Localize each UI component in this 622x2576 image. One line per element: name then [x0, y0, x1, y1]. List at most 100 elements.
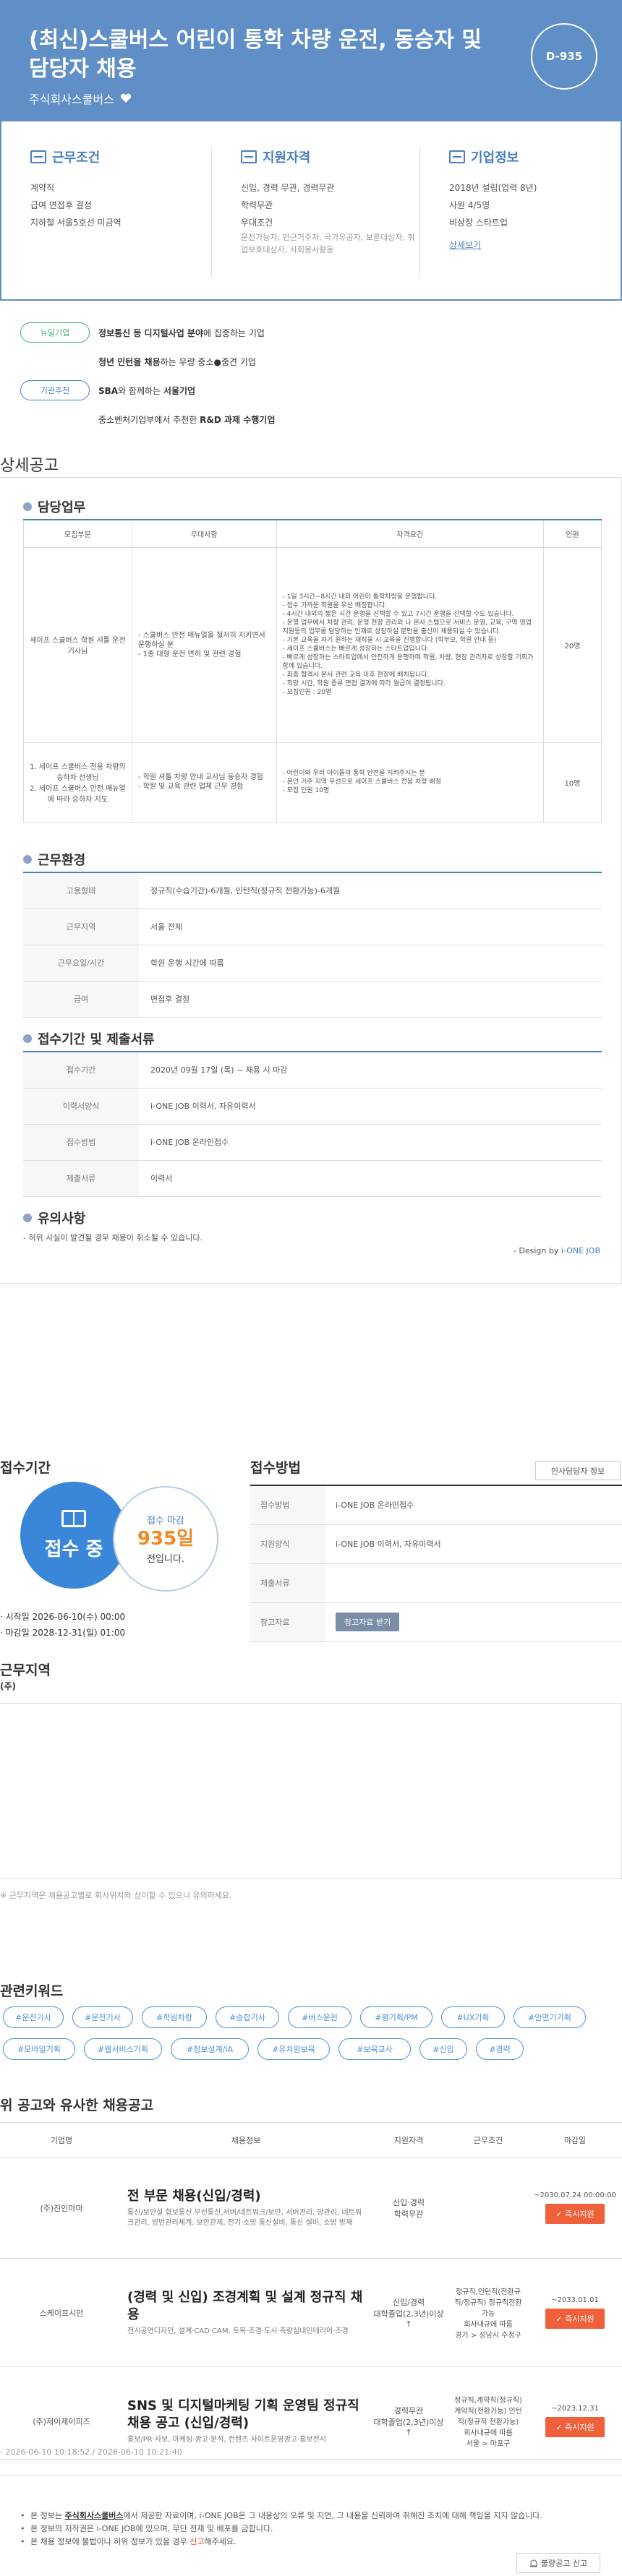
keyword-chip[interactable]: #UX기획: [441, 2006, 505, 2028]
duty-pref: - 스쿨버스 안전 매뉴얼을 철저히 지키면서 운행하실 분 - 1종 대형 운…: [131, 546, 277, 743]
table-row: 고용형태 정규직(수습기간)-6개월, 인턴직(정규직 전환가능)-6개월: [23, 872, 602, 909]
similar-job-summary: 전시공연디자인, 설계·CAD·CAM, 토목·조경·도시·측량실내인테리어·조…: [127, 2327, 349, 2335]
tag-row: 뉴딜기업 정보통신 등 디지털사업 분야에 집중하는 기업: [20, 318, 275, 347]
qualification-line: 학력무관: [241, 200, 273, 210]
keyword-chip[interactable]: #정보설계/IA: [171, 2038, 249, 2060]
similar-company[interactable]: (주)진인마마: [0, 2157, 123, 2259]
company-detail-link[interactable]: 상세보기: [449, 239, 481, 251]
table-header: 지원자격: [369, 2122, 448, 2158]
download-attachment-button[interactable]: 참고자료 받기: [336, 1613, 400, 1631]
apply-now-button[interactable]: ✓ 즉시지원: [545, 2204, 605, 2224]
apply-now-button[interactable]: ✓ 즉시지원: [545, 2309, 605, 2329]
deadline-circle: 접수 마감 935일 전입니다.: [113, 1486, 218, 1592]
similar-conditions: [448, 2157, 528, 2259]
qualification-column: 지원자격 신입, 경력 무관, 경력무관 학력무관 우대조건 운전가능자, 인근…: [211, 147, 421, 278]
conditions-column: 근무조건 계약직 급여 면접후 결정 지하철 서울5호선 미금역: [30, 147, 204, 278]
preference-list: 운전가능자, 인근거주자, 국가유공자, 보훈대상자, 취업보호대상자, 사회봉…: [241, 233, 415, 254]
heart-icon[interactable]: [120, 93, 132, 103]
similar-job-title[interactable]: (경력 및 신입) 조경계획 및 설계 정규직 채용: [127, 2289, 365, 2324]
deadline-suffix: 전입니다.: [147, 1554, 184, 1565]
tag-text: 하는 우량 중소●중견 기업: [160, 356, 256, 367]
bullet-icon: [23, 855, 32, 864]
hr-contact-button[interactable]: 인사담당자 정보: [535, 1461, 621, 1480]
table-row: 접수방법 i-ONE JOB 온라인접수: [250, 1485, 622, 1525]
notice-company[interactable]: 주식회사스쿨버스: [64, 2511, 123, 2520]
similar-company[interactable]: 스케이프시만: [0, 2258, 123, 2367]
method-table: 접수방법 i-ONE JOB 온라인접수 지원양식 i-ONE JOB 이력서, 자…: [250, 1485, 622, 1642]
table-row: 급여 면접후 결정: [23, 981, 602, 1018]
keyword-chip[interactable]: #버스운전: [288, 2006, 352, 2028]
table-row: 접수기간 2020년 09월 17일 (목) ~ 채용 시 마감: [23, 1052, 602, 1089]
similar-conditions: 정규직,인턴직(전환규직/정규직) 정규직전환가능 회사내규에 따름 경기 > …: [448, 2258, 528, 2367]
table-row[interactable]: 스케이프시만 (경력 및 신입) 조경계획 및 설계 정규직 채용전시공연디자인…: [0, 2258, 622, 2367]
keyword-chip[interactable]: #평기획/PM: [360, 2006, 433, 2028]
bullet-icon: [23, 502, 32, 511]
table-header: 마감일: [528, 2122, 622, 2158]
table-header: 기업명: [0, 2122, 123, 2158]
company-info-line: 사원 4/5명: [449, 200, 490, 210]
divider: [0, 2459, 622, 2460]
table-row[interactable]: (주)진인마마 전 부문 채용(신입/경력) 통신/보안설 협보통신 무선통신,서…: [0, 2157, 622, 2259]
report-button[interactable]: 불량공고 신고: [516, 2553, 600, 2573]
keyword-chip[interactable]: #승합기사: [216, 2006, 279, 2028]
keyword-chip[interactable]: #학원차량: [142, 2006, 207, 2028]
similar-job-title[interactable]: 전 부문 채용(신입/경력): [127, 2188, 365, 2205]
duty-dept: 1. 세이프 스쿨버스 전용 차량의 승하차 선생님 2. 세이프 스쿨버스 안…: [23, 742, 132, 823]
table-header: 인원: [543, 519, 602, 548]
qualification-title: 지원자격: [263, 150, 311, 166]
table-row: 제출서류: [250, 1563, 622, 1603]
keyword-chip[interactable]: #경력: [476, 2038, 524, 2060]
duty-dept: 세이프 스쿨버스 학원 셔틀 운전 기사님: [23, 546, 132, 743]
table-row: 이력서양식 i-ONE JOB 이력서, 자유이력서: [23, 1088, 602, 1125]
similar-job-summary: 통신/보안설 협보통신 무선통신,서버/네트워크/보안, 서버관리, 망관리, …: [127, 2208, 362, 2227]
notice-item: 본 채용 정보에 불법이나 허위 정보가 있을 경우 신고해주세요.: [20, 2536, 542, 2549]
keyword-chip[interactable]: #유치원보육: [257, 2038, 330, 2060]
keyword-chip[interactable]: #운전기사: [3, 2006, 64, 2028]
company-info-line: 비상장 스타트업: [449, 218, 508, 228]
design-credit: - Design by i-ONE JOB: [513, 1246, 600, 1255]
environment-title: 근무환경: [23, 850, 85, 869]
apply-now-button[interactable]: ✓ 즉시지원: [545, 2417, 605, 2437]
duty-title: 담당업무: [23, 497, 85, 516]
report-link[interactable]: 신고: [189, 2537, 204, 2546]
duty-count: 20명: [543, 546, 602, 743]
keyword-chip[interactable]: #운전기사: [72, 2006, 133, 2028]
tag-badge: 뉴딜기업: [20, 322, 90, 343]
job-title: (최신)스쿨버스 어린이 통학 차량 운전, 동승자 및 담당자 채용: [29, 27, 482, 82]
caution-title: 유의사항: [23, 1208, 85, 1227]
duty-table: 모집부문 우대사항 자격요건 인원 세이프 스쿨버스 학원 셔틀 운전 기사님 …: [23, 519, 602, 823]
table-row: 1. 세이프 스쿨버스 전용 차량의 승하차 선생님 2. 세이프 스쿨버스 안…: [23, 742, 602, 823]
tag-row: 청년 인턴을 채용하는 우량 중소●중견 기업: [20, 347, 275, 376]
similar-job-title[interactable]: SNS 및 디지털마케팅 기획 운영팀 정규직 채용 공고 (신입/경력): [127, 2397, 365, 2432]
region-title: 근무지역: [0, 1662, 51, 1678]
similar-deadline: ~2023.12.31: [551, 2405, 599, 2413]
duty-pref: - 학원 셔틀 차량 안내 교사님 동승자 경험 - 학원 및 교육 관련 업체…: [131, 742, 277, 823]
id-card-icon: [241, 150, 257, 163]
table-row: 근무요일/시간 학원 운행 시간에 따름: [23, 945, 602, 982]
table-header: 근무조건: [448, 2122, 528, 2158]
application-table: 접수기간 2020년 09월 17일 (목) ~ 채용 시 마감 이력서양식 i-O…: [23, 1051, 602, 1197]
company-name[interactable]: 주식회사스쿨버스: [29, 90, 114, 107]
similar-title: 위 공고와 유사한 채용공고: [0, 2098, 154, 2113]
tag-strong: R&D 과제 수행기업: [200, 414, 276, 425]
job-header: (최신)스쿨버스 어린이 통학 차량 운전, 동승자 및 담당자 채용 주식회사…: [0, 0, 622, 121]
similar-deadline: ~2030.07.24 00:00:00: [534, 2191, 616, 2199]
keyword-chip[interactable]: #보육교사: [338, 2038, 411, 2060]
company-info-column: 기업정보 2018년 설립(업력 8년) 사원 4/5명 비상장 스타트업 상세…: [419, 147, 615, 278]
keyword-chip[interactable]: #웹서비스기획: [84, 2038, 162, 2060]
bullet-icon: [23, 1034, 32, 1043]
duty-count: 10명: [543, 742, 602, 823]
tag-strong: 정보통신 등 디지털사업 분야: [98, 327, 204, 338]
siren-icon: [529, 2559, 537, 2567]
keyword-chip[interactable]: #신입: [419, 2038, 467, 2060]
keyword-chip[interactable]: #안면기기획: [514, 2006, 586, 2028]
company-name-row[interactable]: 주식회사스쿨버스: [29, 90, 132, 107]
tag-strong: SBA: [98, 385, 119, 396]
start-date: · 시작일 2026-06-10(수) 00:00: [0, 1612, 126, 1622]
table-row: 근무지역 서울 전체: [23, 909, 602, 945]
tag-text: 와 함께하는: [118, 385, 163, 396]
region-warning: ※ 근무지역은 채용공고별로 회사위치와 상이할 수 있으니 유의하세요.: [0, 1891, 232, 1900]
map-area[interactable]: [0, 1703, 622, 1879]
duty-req: - 어린이와 우리 아이들의 통학 안전을 지켜주시는 분 - 본인 거주 지역…: [276, 742, 545, 823]
keyword-chip[interactable]: #모바일기획: [3, 2038, 75, 2060]
